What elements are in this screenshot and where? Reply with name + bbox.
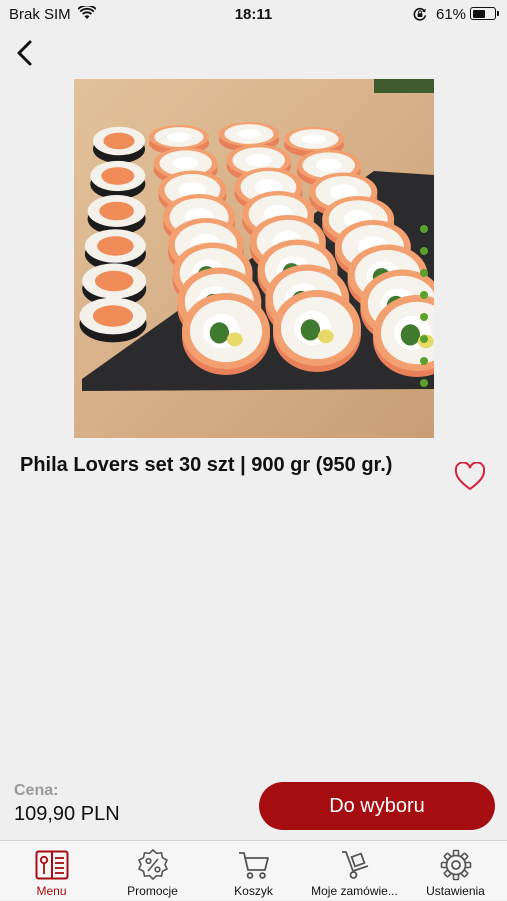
hand-truck-icon bbox=[341, 851, 368, 879]
tab-label: Ustawienia bbox=[426, 884, 485, 898]
tab-label: Menu bbox=[36, 884, 67, 898]
back-chevron-icon[interactable] bbox=[12, 38, 36, 68]
tobiko-dot bbox=[420, 247, 428, 255]
tobiko-dot bbox=[420, 357, 428, 365]
tobiko-dot bbox=[420, 379, 428, 387]
cart-icon bbox=[238, 852, 269, 879]
salmon-maki bbox=[93, 126, 145, 164]
tab-menu[interactable]: Menu bbox=[1, 841, 102, 901]
clock: 18:11 bbox=[234, 6, 273, 23]
cta-label: Do wyboru bbox=[329, 794, 425, 817]
salmon-maki bbox=[79, 297, 147, 343]
tobiko-dot bbox=[420, 225, 428, 233]
salmon-maki bbox=[87, 195, 146, 235]
philadelphia-roll bbox=[273, 290, 361, 372]
menu-book-icon bbox=[35, 850, 68, 880]
price-label: Cena: bbox=[14, 782, 59, 799]
tobiko-dot bbox=[420, 313, 428, 321]
tab-ustawienia[interactable]: Ustawienia bbox=[405, 841, 506, 901]
battery-percent: 61% bbox=[436, 6, 467, 23]
tab-label: Moje zamówie... bbox=[311, 884, 398, 898]
tobiko-dot bbox=[420, 335, 428, 343]
sushi-set-photo bbox=[74, 79, 434, 438]
rotation-lock-icon bbox=[413, 7, 427, 21]
battery-fill bbox=[472, 9, 485, 18]
tobiko-dot bbox=[420, 291, 428, 299]
tobiko-dot bbox=[420, 269, 428, 277]
tab-label: Promocje bbox=[127, 884, 178, 898]
choose-options-button[interactable]: Do wyboru bbox=[259, 782, 495, 830]
gear-icon bbox=[440, 849, 471, 881]
percent-badge-icon bbox=[137, 849, 168, 881]
tab-label: Koszyk bbox=[234, 884, 273, 898]
tab-bar: Menu Promocje Koszyk Moje zamówie... Ust… bbox=[0, 840, 507, 900]
battery-tip bbox=[497, 11, 499, 16]
favorite-heart-icon[interactable] bbox=[454, 462, 486, 492]
status-bar: Brak SIM 18:11 61% bbox=[0, 0, 507, 28]
price-value: 109,90 PLN bbox=[14, 803, 120, 825]
tab-moje-zamowienia[interactable]: Moje zamówie... bbox=[304, 841, 405, 901]
product-image bbox=[74, 79, 434, 438]
battery-icon bbox=[470, 7, 496, 20]
greenery bbox=[374, 79, 434, 93]
tab-promocje[interactable]: Promocje bbox=[102, 841, 203, 901]
tab-koszyk[interactable]: Koszyk bbox=[203, 841, 304, 901]
product-title: Phila Lovers set 30 szt | 900 gr (950 gr… bbox=[20, 454, 393, 476]
philadelphia-roll bbox=[182, 293, 270, 375]
salmon-maki bbox=[90, 160, 146, 200]
